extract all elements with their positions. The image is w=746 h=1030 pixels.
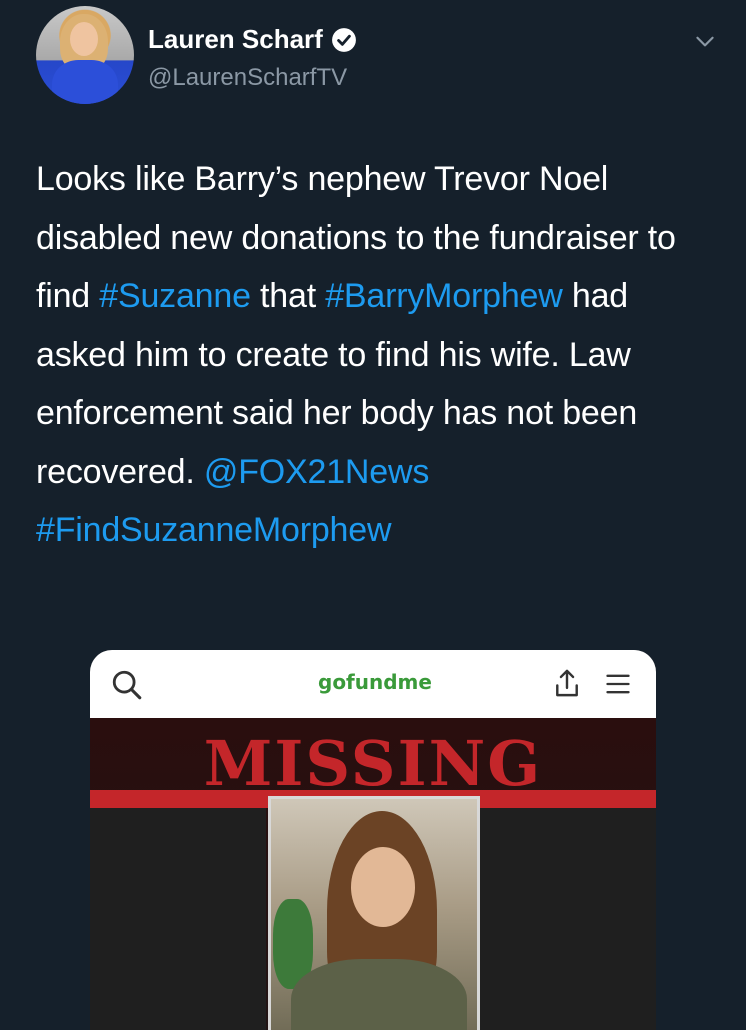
tweet-header: Lauren Scharf @LaurenScharfTV [36, 6, 726, 106]
avatar[interactable] [36, 6, 134, 104]
missing-poster: MISSING [90, 718, 656, 1030]
author-handle[interactable]: @LaurenScharfTV [148, 64, 347, 92]
share-icon [556, 669, 578, 697]
hashtag-findsuzannemorphew[interactable]: #FindSuzanneMorphew [36, 511, 392, 549]
avatar-face [70, 22, 98, 56]
hashtag-suzanne[interactable]: #Suzanne [99, 277, 251, 315]
tweet-text: Looks like Barry’s nephew Trevor Noel di… [36, 150, 726, 560]
mention-fox21news[interactable]: @FOX21News [204, 453, 429, 491]
poster-right-panel [480, 808, 656, 1030]
verified-icon [331, 27, 356, 52]
poster-left-panel [90, 808, 266, 1030]
photo-face [351, 847, 415, 927]
gofundme-header-bar: gofundme [90, 650, 656, 718]
gofundme-logo: gofundme [318, 670, 432, 694]
photo-jacket [291, 959, 467, 1030]
author-name-row[interactable]: Lauren Scharf [148, 24, 357, 55]
avatar-dress [52, 60, 118, 104]
tweet-text-segment: that [250, 277, 326, 315]
missing-person-photo [268, 796, 480, 1030]
search-icon [112, 670, 142, 700]
hashtag-barrymorphew[interactable]: #BarryMorphew [325, 277, 563, 315]
menu-icon [606, 674, 630, 694]
chevron-down-icon[interactable] [692, 28, 718, 54]
author-name[interactable]: Lauren Scharf [148, 24, 323, 55]
tweet-media-image[interactable]: gofundme MISSING [90, 650, 656, 1030]
